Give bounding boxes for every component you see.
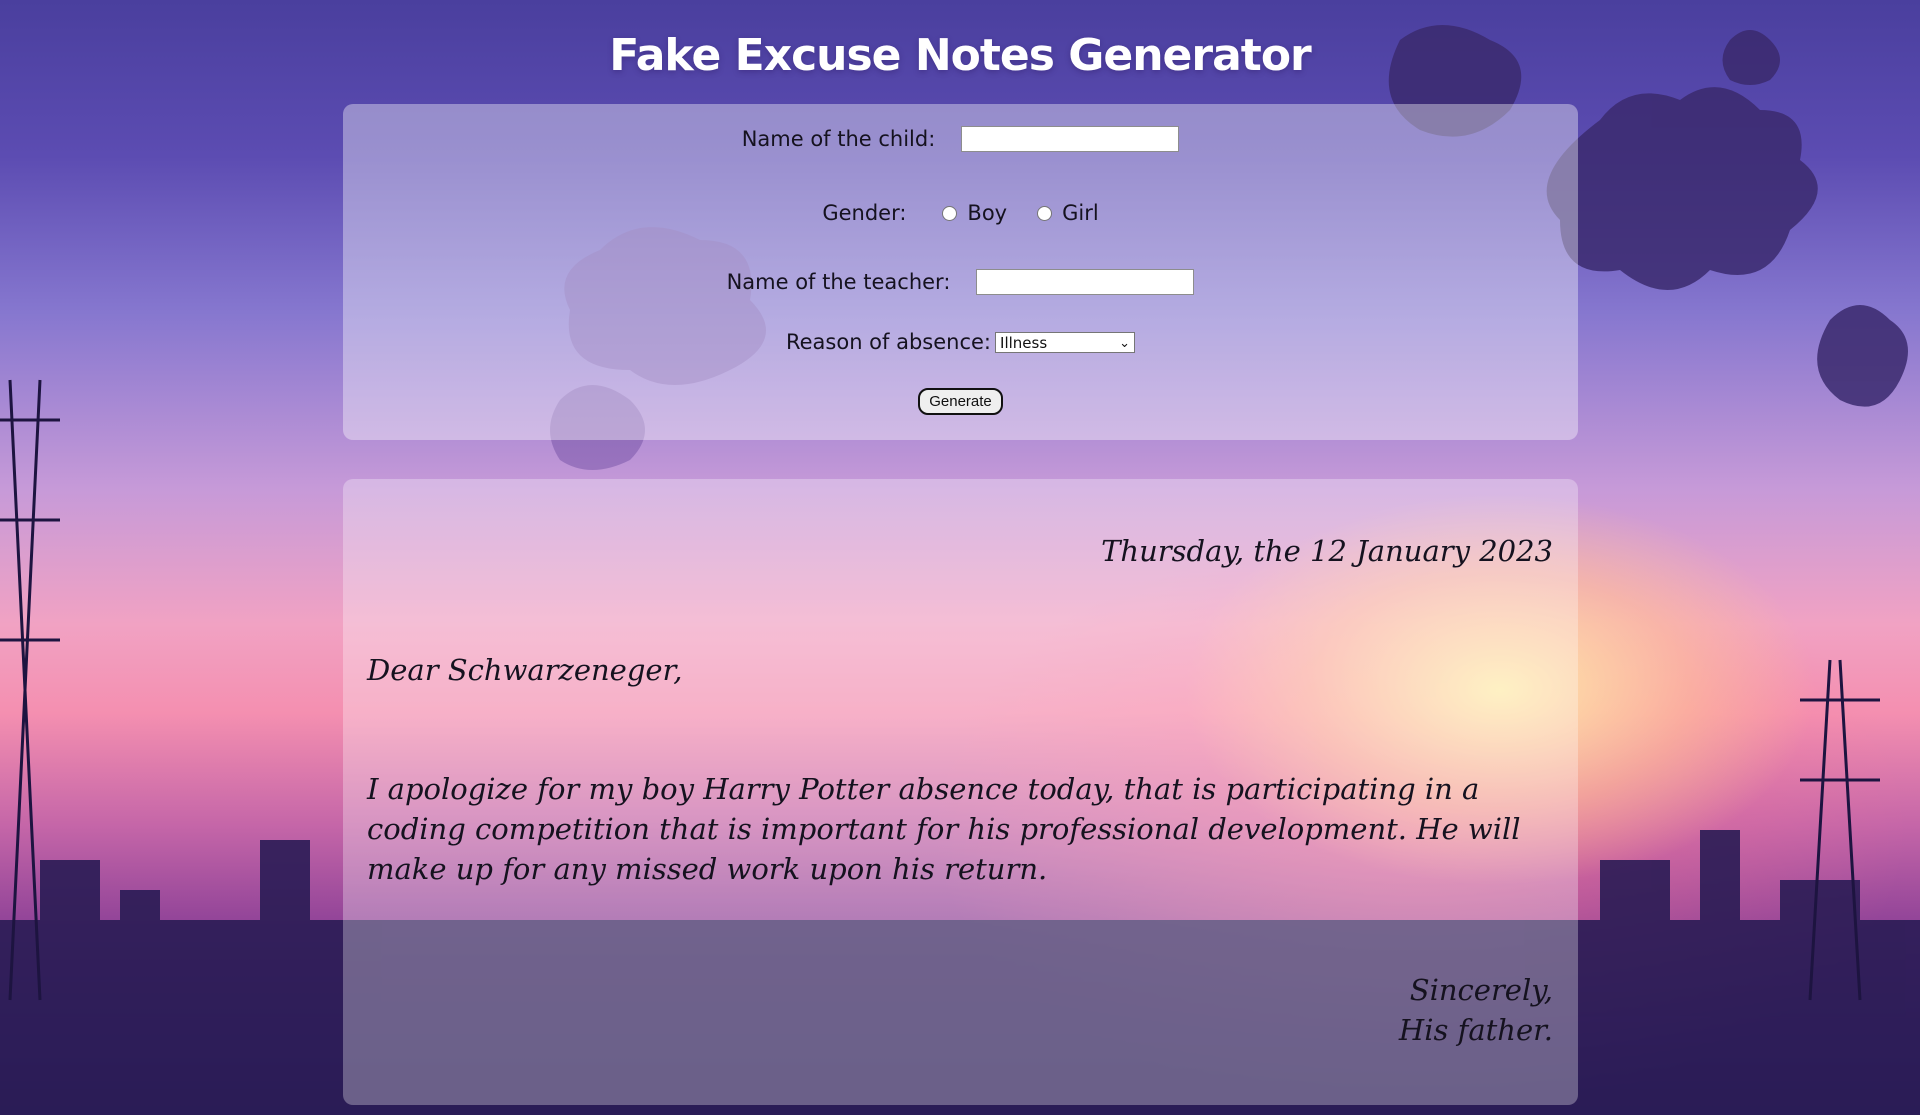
generate-button[interactable]: Generate (918, 388, 1003, 415)
teacher-name-label: Name of the teacher: (726, 270, 951, 294)
page-title: Fake Excuse Notes Generator (609, 30, 1312, 81)
gender-label: Gender: (822, 201, 907, 225)
note-signature: His father. (1398, 1013, 1553, 1047)
reason-select[interactable]: Illness ⌄ (995, 331, 1136, 353)
excuse-note-panel: Thursday, the 12 January 2023 Dear Schwa… (343, 479, 1578, 1105)
note-signoff: Sincerely, His father. (1399, 970, 1553, 1050)
child-name-label: Name of the child: (741, 127, 936, 151)
chevron-down-icon: ⌄ (1119, 335, 1131, 351)
note-date: Thursday, the 12 January 2023 (1101, 534, 1553, 568)
gender-girl-radio[interactable] (1037, 205, 1053, 221)
child-name-input[interactable] (961, 126, 1180, 152)
reason-row: Reason of absence: Illness ⌄ (343, 329, 1578, 354)
teacher-name-input[interactable] (976, 269, 1195, 295)
gender-girl-label[interactable]: Girl (1062, 201, 1099, 225)
reason-label: Reason of absence: (785, 330, 992, 354)
gender-boy-radio[interactable] (942, 205, 958, 221)
note-closing: Sincerely, (1409, 973, 1553, 1007)
note-greeting: Dear Schwarzeneger, (367, 653, 683, 687)
form-panel: Name of the child: Gender: Boy Girl Name o… (343, 104, 1578, 440)
note-body: I apologize for my boy Harry Potter abse… (367, 772, 1521, 886)
teacher-name-row: Name of the teacher: (343, 269, 1578, 295)
generate-row: Generate (343, 388, 1578, 415)
gender-boy-label[interactable]: Boy (967, 201, 1007, 225)
child-name-row: Name of the child: (343, 126, 1578, 152)
reason-selected-value: Illness (1000, 333, 1048, 352)
gender-row: Gender: Boy Girl (343, 200, 1578, 225)
